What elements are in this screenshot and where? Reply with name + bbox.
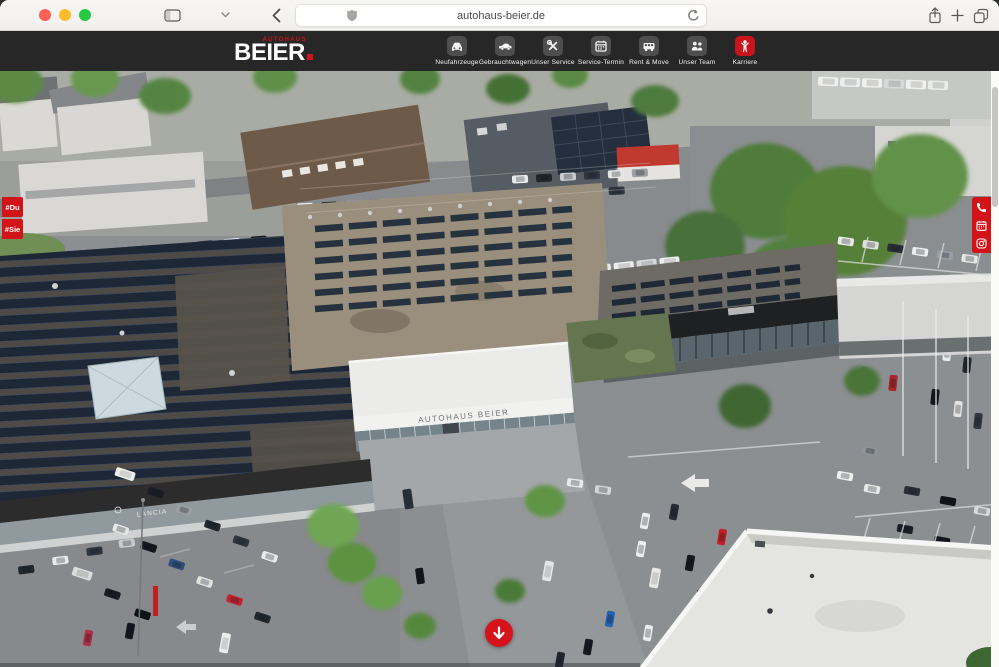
url-bar[interactable]: autohaus-beier.de — [295, 4, 707, 27]
appointment-calendar-icon[interactable] — [976, 219, 988, 231]
nav-item-unser-team[interactable]: Unser Team — [673, 31, 721, 71]
instagram-icon[interactable] — [976, 237, 988, 249]
nav-item-label: Service-Termin — [578, 59, 624, 66]
reload-icon[interactable] — [686, 9, 699, 25]
traffic-lights — [39, 9, 91, 21]
zoom-button[interactable] — [79, 9, 91, 21]
sidebar-icon[interactable] — [163, 7, 181, 23]
nav-item-unser-service[interactable]: Unser Service — [529, 31, 577, 71]
nav-item-karriere[interactable]: Karriere — [721, 31, 769, 71]
nav-item-label: Unser Team — [679, 59, 716, 66]
calendar-icon — [591, 36, 611, 56]
right-canopy-building — [837, 273, 999, 359]
career-person-icon — [735, 36, 755, 56]
green-roof — [566, 313, 676, 383]
new-tab-icon[interactable] — [951, 7, 964, 29]
scroll-down-button[interactable] — [485, 619, 513, 647]
hashtag-sie-badge[interactable]: #Sie — [2, 219, 23, 239]
hero-aerial-photo: AUTOHAUS BEIER LANCIA — [0, 71, 999, 667]
phone-icon[interactable] — [976, 201, 988, 213]
privacy-shield-icon[interactable] — [346, 9, 358, 25]
hero-section: AUTOHAUS BEIER LANCIA — [0, 71, 999, 667]
nav-item-label: Unser Service — [531, 59, 574, 66]
service-tools-icon — [543, 36, 563, 56]
page-scrollbar-thumb[interactable] — [992, 87, 998, 207]
nav-item-label: Rent & Move — [629, 59, 669, 66]
nav-item-gebrauchtwagen[interactable]: Gebrauchtwagen — [481, 31, 529, 71]
site-logo[interactable]: AUTOHAUS BEIER — [234, 34, 313, 68]
tabs-overview-icon[interactable] — [973, 7, 989, 29]
minimize-button[interactable] — [59, 9, 71, 21]
toolbar-right-buttons — [928, 7, 989, 29]
contact-side-bar — [972, 197, 991, 253]
team-icon — [687, 36, 707, 56]
share-icon[interactable] — [928, 7, 942, 29]
van-icon — [639, 36, 659, 56]
nav-item-label: Neufahrzeuge — [435, 59, 478, 66]
nav-item-service-termin[interactable]: Service-Termin — [577, 31, 625, 71]
page-scrollbar-track[interactable] — [991, 71, 999, 667]
close-button[interactable] — [39, 9, 51, 21]
browser-window: autohaus-beier.de AUTOHAUS BEIER — [0, 0, 999, 667]
nav-item-neufahrzeuge[interactable]: Neufahrzeuge — [433, 31, 481, 71]
logo-red-square — [307, 54, 313, 60]
url-text: autohaus-beier.de — [457, 10, 545, 22]
car-side-icon — [495, 36, 515, 56]
nav-item-rent-move[interactable]: Rent & Move — [625, 31, 673, 71]
hashtag-du-badge[interactable]: #Du — [2, 197, 23, 217]
nav-item-label: Gebrauchtwagen — [479, 59, 531, 66]
browser-toolbar: autohaus-beier.de — [0, 0, 999, 31]
nav-item-label: Karriere — [733, 59, 758, 66]
car-front-icon — [447, 36, 467, 56]
main-menu: Neufahrzeuge Gebrauchtwagen Unser Servic… — [433, 31, 769, 71]
chevron-down-icon[interactable] — [216, 7, 234, 23]
logo-autohaus-text: AUTOHAUS — [263, 37, 307, 43]
site-navbar: AUTOHAUS BEIER Neufahrzeuge Gebrauchtwag… — [0, 31, 999, 71]
hashtag-badges: #Du #Sie — [2, 197, 23, 239]
back-icon[interactable] — [267, 7, 285, 23]
down-arrow-icon — [485, 619, 513, 647]
